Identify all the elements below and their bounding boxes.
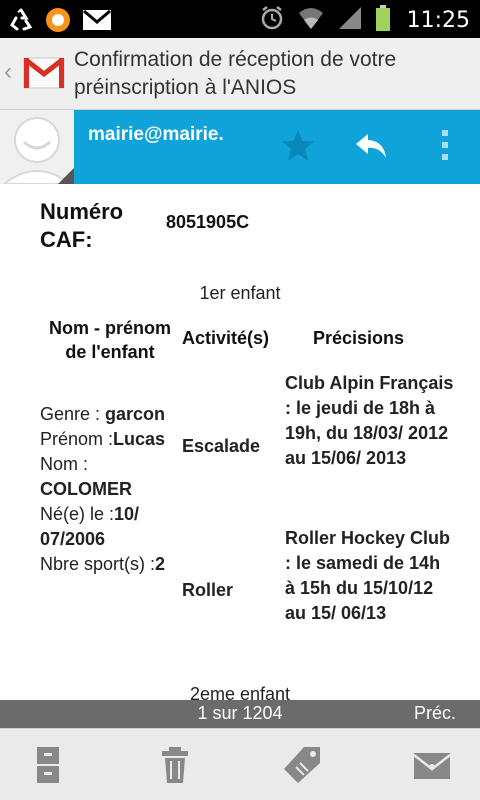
status-bar: 11:25	[0, 0, 480, 38]
avatar[interactable]	[0, 110, 74, 184]
pager-bar: 1 sur 1204 Préc.	[0, 700, 480, 728]
labels-icon[interactable]	[282, 745, 322, 785]
activity-1-details: Club Alpin Français : le jeudi de 18h à …	[285, 373, 454, 468]
header-activity: Activité(s)	[182, 328, 270, 348]
notification-icons	[8, 6, 112, 39]
activity-2-name: Roller	[182, 580, 234, 600]
nom-label: Nom :	[40, 454, 89, 474]
genre-value: garcon	[105, 404, 166, 424]
child-2-title: 2eme enfant	[189, 684, 291, 700]
archive-icon[interactable]	[28, 745, 68, 785]
gmail-icon[interactable]	[22, 50, 66, 99]
email-subject: Confirmation de réception de votre préin…	[74, 48, 397, 99]
battery-icon	[375, 4, 391, 37]
overflow-menu-icon[interactable]	[438, 128, 452, 169]
genre-label: Genre :	[40, 404, 106, 424]
activity-2-details: Roller Hockey Club : le samedi de 14h à …	[285, 528, 451, 623]
nom-value: COLOMER	[40, 479, 132, 499]
previous-button[interactable]: Préc.	[414, 703, 456, 724]
prenom-value: Lucas	[113, 429, 166, 449]
sports-count-value: 2	[155, 554, 166, 574]
email-body: Numéro CAF: 8051905C 1er enfant Nom - pr…	[0, 184, 480, 700]
message-position: 1 sur 1204	[197, 703, 283, 723]
clock: 11:25	[406, 8, 470, 33]
header-details: Précisions	[313, 328, 405, 348]
sender-bar: mairie@mairie.	[74, 110, 480, 184]
header-name: Nom - prénom de l'enfant	[48, 318, 171, 362]
system-indicators: 11:25	[259, 4, 470, 37]
star-icon[interactable]	[280, 128, 316, 169]
child-1-title: 1er enfant	[199, 283, 281, 303]
gmail-notification-icon	[82, 8, 112, 37]
message-header: ‹ Confirmation de réception de votre pré…	[0, 38, 480, 110]
birthdate-label: Né(e) le :	[40, 504, 115, 524]
child-info: Genre : garcon Prénom :Lucas Nom : COLOM…	[40, 402, 180, 577]
orange-notification-icon	[44, 6, 72, 39]
caf-label: Numéro CAF:	[40, 199, 124, 252]
alarm-icon	[259, 4, 285, 37]
recycle-icon	[8, 7, 34, 38]
caf-value: 8051905C	[166, 212, 250, 232]
sports-count-label: Nbre sport(s) :	[40, 554, 156, 574]
signal-icon	[337, 5, 363, 36]
reply-icon[interactable]	[354, 132, 390, 165]
wifi-icon	[297, 5, 325, 36]
sender-row: mairie@mairie.	[0, 110, 480, 184]
prenom-label: Prénom :	[40, 429, 114, 449]
activity-1-name: Escalade	[182, 436, 261, 456]
delete-icon[interactable]	[155, 745, 195, 785]
mark-unread-icon[interactable]	[412, 745, 452, 785]
sender-email[interactable]: mairie@mairie.	[88, 124, 224, 146]
back-chevron-icon[interactable]: ‹	[4, 58, 12, 86]
bottom-action-bar	[0, 728, 480, 800]
